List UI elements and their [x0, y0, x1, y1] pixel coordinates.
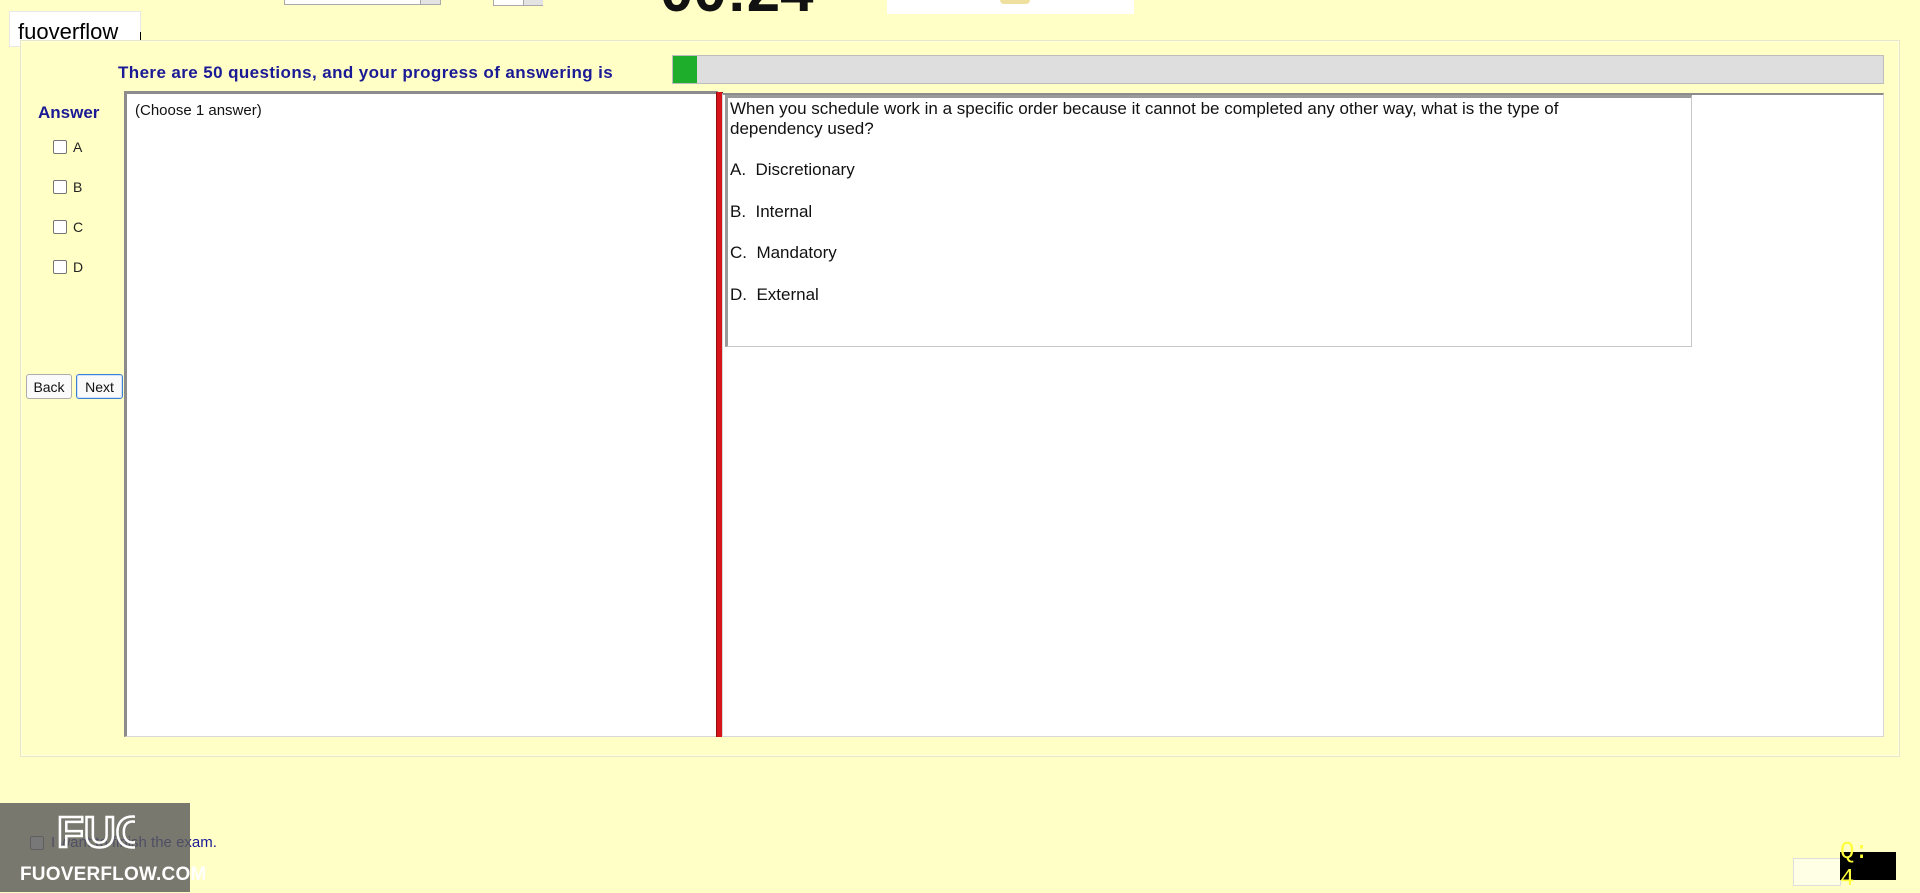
question-counter: Q: 4 [1840, 839, 1896, 893]
progress-bar-fill [673, 56, 697, 83]
answer-option-label: D [73, 259, 84, 275]
answer-option-b[interactable]: B [53, 179, 82, 195]
question-choice-b: B. Internal [730, 202, 813, 221]
answer-option-label: B [73, 179, 83, 195]
top-input-dropdown[interactable] [420, 0, 440, 4]
watermark-logo-icon: FUO [56, 807, 135, 855]
progress-bar [672, 55, 1884, 84]
timer-text: 00:24 [660, 0, 813, 12]
instructions-panel [124, 91, 718, 737]
next-button[interactable]: Next [76, 374, 123, 399]
svg-text:FUO: FUO [57, 808, 135, 855]
choose-instruction: (Choose 1 answer) [135, 102, 262, 119]
top-logo-mark [1000, 0, 1030, 4]
watermark-text: FUOVERFLOW.COM [20, 864, 207, 885]
answer-option-label: C [73, 219, 84, 235]
answer-checkbox-b[interactable] [53, 180, 67, 194]
timer-display: 00:24 [660, 0, 830, 12]
progress-label: There are 50 questions, and your progres… [118, 63, 614, 82]
answer-option-a[interactable]: A [53, 139, 82, 155]
back-button[interactable]: Back [26, 374, 72, 399]
question-choice-d: D. External [730, 285, 819, 304]
question-counter-field [1793, 858, 1841, 886]
answer-title: Answer [38, 103, 100, 122]
question-text: When you schedule work in a specific ord… [730, 99, 1559, 138]
answer-checkbox-a[interactable] [53, 140, 67, 154]
top-small-dropdown[interactable] [523, 0, 543, 5]
question-choice-c: C. Mandatory [730, 243, 837, 262]
question-choice-a: A. Discretionary [730, 160, 855, 179]
answer-option-d[interactable]: D [53, 259, 83, 275]
answer-option-c[interactable]: C [53, 219, 83, 235]
answer-option-label: A [73, 139, 83, 155]
answer-checkbox-d[interactable] [53, 260, 67, 274]
answer-checkbox-c[interactable] [53, 220, 67, 234]
top-text-input[interactable] [284, 0, 441, 5]
